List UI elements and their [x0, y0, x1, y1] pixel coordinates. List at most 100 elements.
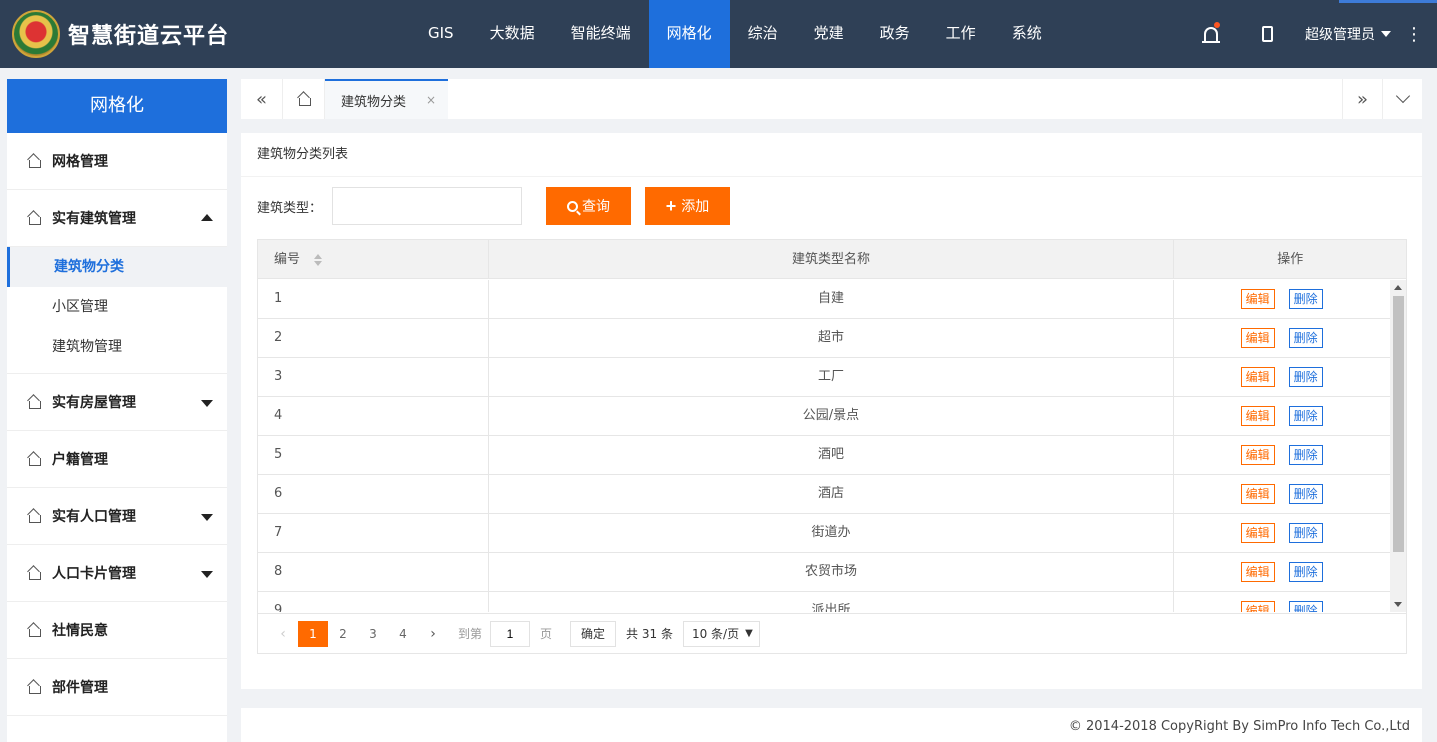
- table-row: 2 超市 编辑 删除: [258, 319, 1406, 358]
- mobile-button[interactable]: [1239, 0, 1295, 68]
- sidebar-item-public-opinion[interactable]: 社情民意: [7, 602, 227, 659]
- delete-button[interactable]: 删除: [1288, 406, 1323, 426]
- submenu-building-category[interactable]: 建筑物分类: [7, 247, 227, 287]
- app-title: 智慧街道云平台: [68, 24, 230, 49]
- sidebar-item-label: 实有建筑管理: [52, 211, 136, 227]
- delete-button[interactable]: 删除: [1288, 367, 1323, 387]
- tab-options-button[interactable]: [1382, 79, 1422, 119]
- sidebar-item-grid-management[interactable]: 网格管理: [7, 133, 227, 190]
- nav-gis[interactable]: GIS: [410, 0, 472, 68]
- edit-button[interactable]: 编辑: [1240, 289, 1275, 309]
- nav-governance[interactable]: 综治: [730, 0, 796, 68]
- nav-affairs[interactable]: 政务: [862, 0, 928, 68]
- sidebar-item-label: 实有人口管理: [52, 509, 136, 525]
- sidebar-item-population[interactable]: 实有人口管理: [7, 488, 227, 545]
- nav-bigdata[interactable]: 大数据: [472, 0, 553, 68]
- delete-button[interactable]: 删除: [1288, 523, 1323, 543]
- nav-grid[interactable]: 网格化: [648, 0, 730, 68]
- close-tab-icon[interactable]: ×: [426, 93, 436, 107]
- scroll-tabs-right-button[interactable]: »: [1342, 79, 1382, 119]
- table-header: 编号 建筑类型名称 操作: [258, 240, 1406, 279]
- main-card: 建筑物分类列表 建筑类型： 查询 + 添加 编号 建筑类型名称 操作 1 自建 编辑…: [241, 133, 1422, 689]
- sort-icon[interactable]: [314, 253, 323, 266]
- edit-button[interactable]: 编辑: [1240, 406, 1275, 426]
- delete-button[interactable]: 删除: [1288, 445, 1323, 465]
- nav-smart-terminal[interactable]: 智能终端: [553, 0, 649, 68]
- phone-icon: [1261, 26, 1273, 42]
- next-page-icon[interactable]: ›: [418, 621, 448, 647]
- delete-button[interactable]: 删除: [1288, 484, 1323, 504]
- delete-button[interactable]: 删除: [1288, 328, 1323, 348]
- table-scrollbar[interactable]: [1390, 280, 1406, 612]
- cell-actions: 编辑 删除: [1174, 397, 1406, 435]
- table-row: 6 酒店 编辑 删除: [258, 475, 1406, 514]
- scroll-tabs-left-button[interactable]: «: [241, 79, 283, 119]
- cell-type-name: 自建: [489, 280, 1175, 318]
- page-size-select[interactable]: 10 条/页 ▼: [682, 620, 760, 647]
- submenu-community[interactable]: 小区管理: [7, 287, 227, 327]
- cell-type-name: 酒吧: [489, 436, 1175, 474]
- building-type-input[interactable]: [332, 187, 523, 225]
- add-button[interactable]: + 添加: [645, 187, 731, 225]
- nav-system[interactable]: 系统: [994, 0, 1060, 68]
- search-icon: [567, 200, 579, 212]
- sidebar-item-house-management[interactable]: 实有房屋管理: [7, 374, 227, 431]
- edit-button[interactable]: 编辑: [1240, 484, 1275, 504]
- tab-building-category[interactable]: 建筑物分类 ×: [325, 79, 449, 119]
- home-tab-button[interactable]: [283, 79, 325, 119]
- submenu-building[interactable]: 建筑物管理: [7, 327, 227, 367]
- cell-id: 3: [258, 358, 489, 396]
- notification-button[interactable]: [1183, 0, 1239, 68]
- caret-down-icon: [201, 514, 213, 521]
- search-form: 建筑类型： 查询 + 添加: [257, 187, 731, 225]
- page-3-button[interactable]: 3: [358, 621, 388, 647]
- page-4-button[interactable]: 4: [388, 621, 418, 647]
- cell-id: 4: [258, 397, 489, 435]
- edit-button[interactable]: 编辑: [1240, 445, 1275, 465]
- building-submenu: 建筑物分类 小区管理 建筑物管理: [7, 247, 227, 374]
- edit-button[interactable]: 编辑: [1240, 601, 1275, 612]
- edit-button[interactable]: 编辑: [1240, 328, 1275, 348]
- scroll-thumb[interactable]: [1393, 296, 1404, 552]
- nav-party[interactable]: 党建: [796, 0, 862, 68]
- tab-bar-right: »: [1342, 79, 1422, 119]
- sidebar-item-building-management[interactable]: 实有建筑管理: [7, 190, 227, 247]
- sidebar-item-components[interactable]: 部件管理: [7, 659, 227, 716]
- scroll-up-icon[interactable]: [1394, 285, 1402, 290]
- edit-button[interactable]: 编辑: [1240, 562, 1275, 582]
- delete-button[interactable]: 删除: [1288, 562, 1323, 582]
- user-menu[interactable]: 超级管理员: [1295, 0, 1391, 68]
- goto-confirm-button[interactable]: 确定: [570, 620, 617, 647]
- page-2-button[interactable]: 2: [328, 621, 358, 647]
- page-1-button[interactable]: 1: [298, 620, 328, 647]
- search-label: 建筑类型：: [257, 200, 323, 216]
- pagination: ‹ 1 2 3 4 › 到第 页 确定 共 31 条 10 条/页 ▼: [258, 613, 1406, 653]
- edit-button[interactable]: 编辑: [1240, 367, 1275, 387]
- scroll-down-icon[interactable]: [1394, 602, 1402, 607]
- sidebar-item-household[interactable]: 户籍管理: [7, 431, 227, 488]
- more-menu-icon[interactable]: ⋮: [1391, 24, 1437, 45]
- footer: © 2014-2018 CopyRight By SimPro Info Tec…: [241, 708, 1422, 742]
- edit-button[interactable]: 编辑: [1240, 523, 1275, 543]
- sidebar-item-label: 部件管理: [52, 680, 108, 696]
- sidebar: 网格化 网格管理 实有建筑管理 建筑物分类 小区管理 建筑物管理 实有房屋管理 …: [7, 79, 227, 742]
- column-header-id[interactable]: 编号: [258, 240, 489, 279]
- goto-page-input[interactable]: [490, 620, 531, 647]
- home-icon: [27, 680, 41, 694]
- home-icon: [27, 395, 41, 409]
- cell-id: 9: [258, 592, 489, 612]
- cell-id: 5: [258, 436, 489, 474]
- goto-label: 到第: [458, 627, 483, 641]
- delete-button[interactable]: 删除: [1288, 601, 1323, 612]
- cell-type-name: 农贸市场: [489, 553, 1175, 591]
- bell-icon: [1202, 27, 1220, 43]
- page-size-value: 10 条/页: [691, 626, 740, 641]
- chevron-down-icon: [1395, 88, 1410, 104]
- home-icon: [27, 211, 41, 225]
- nav-work[interactable]: 工作: [928, 0, 994, 68]
- sidebar-item-population-card[interactable]: 人口卡片管理: [7, 545, 227, 602]
- delete-button[interactable]: 删除: [1288, 289, 1323, 309]
- prev-page-icon[interactable]: ‹: [268, 621, 298, 647]
- column-header-label: 编号: [274, 252, 301, 267]
- query-button[interactable]: 查询: [546, 187, 632, 225]
